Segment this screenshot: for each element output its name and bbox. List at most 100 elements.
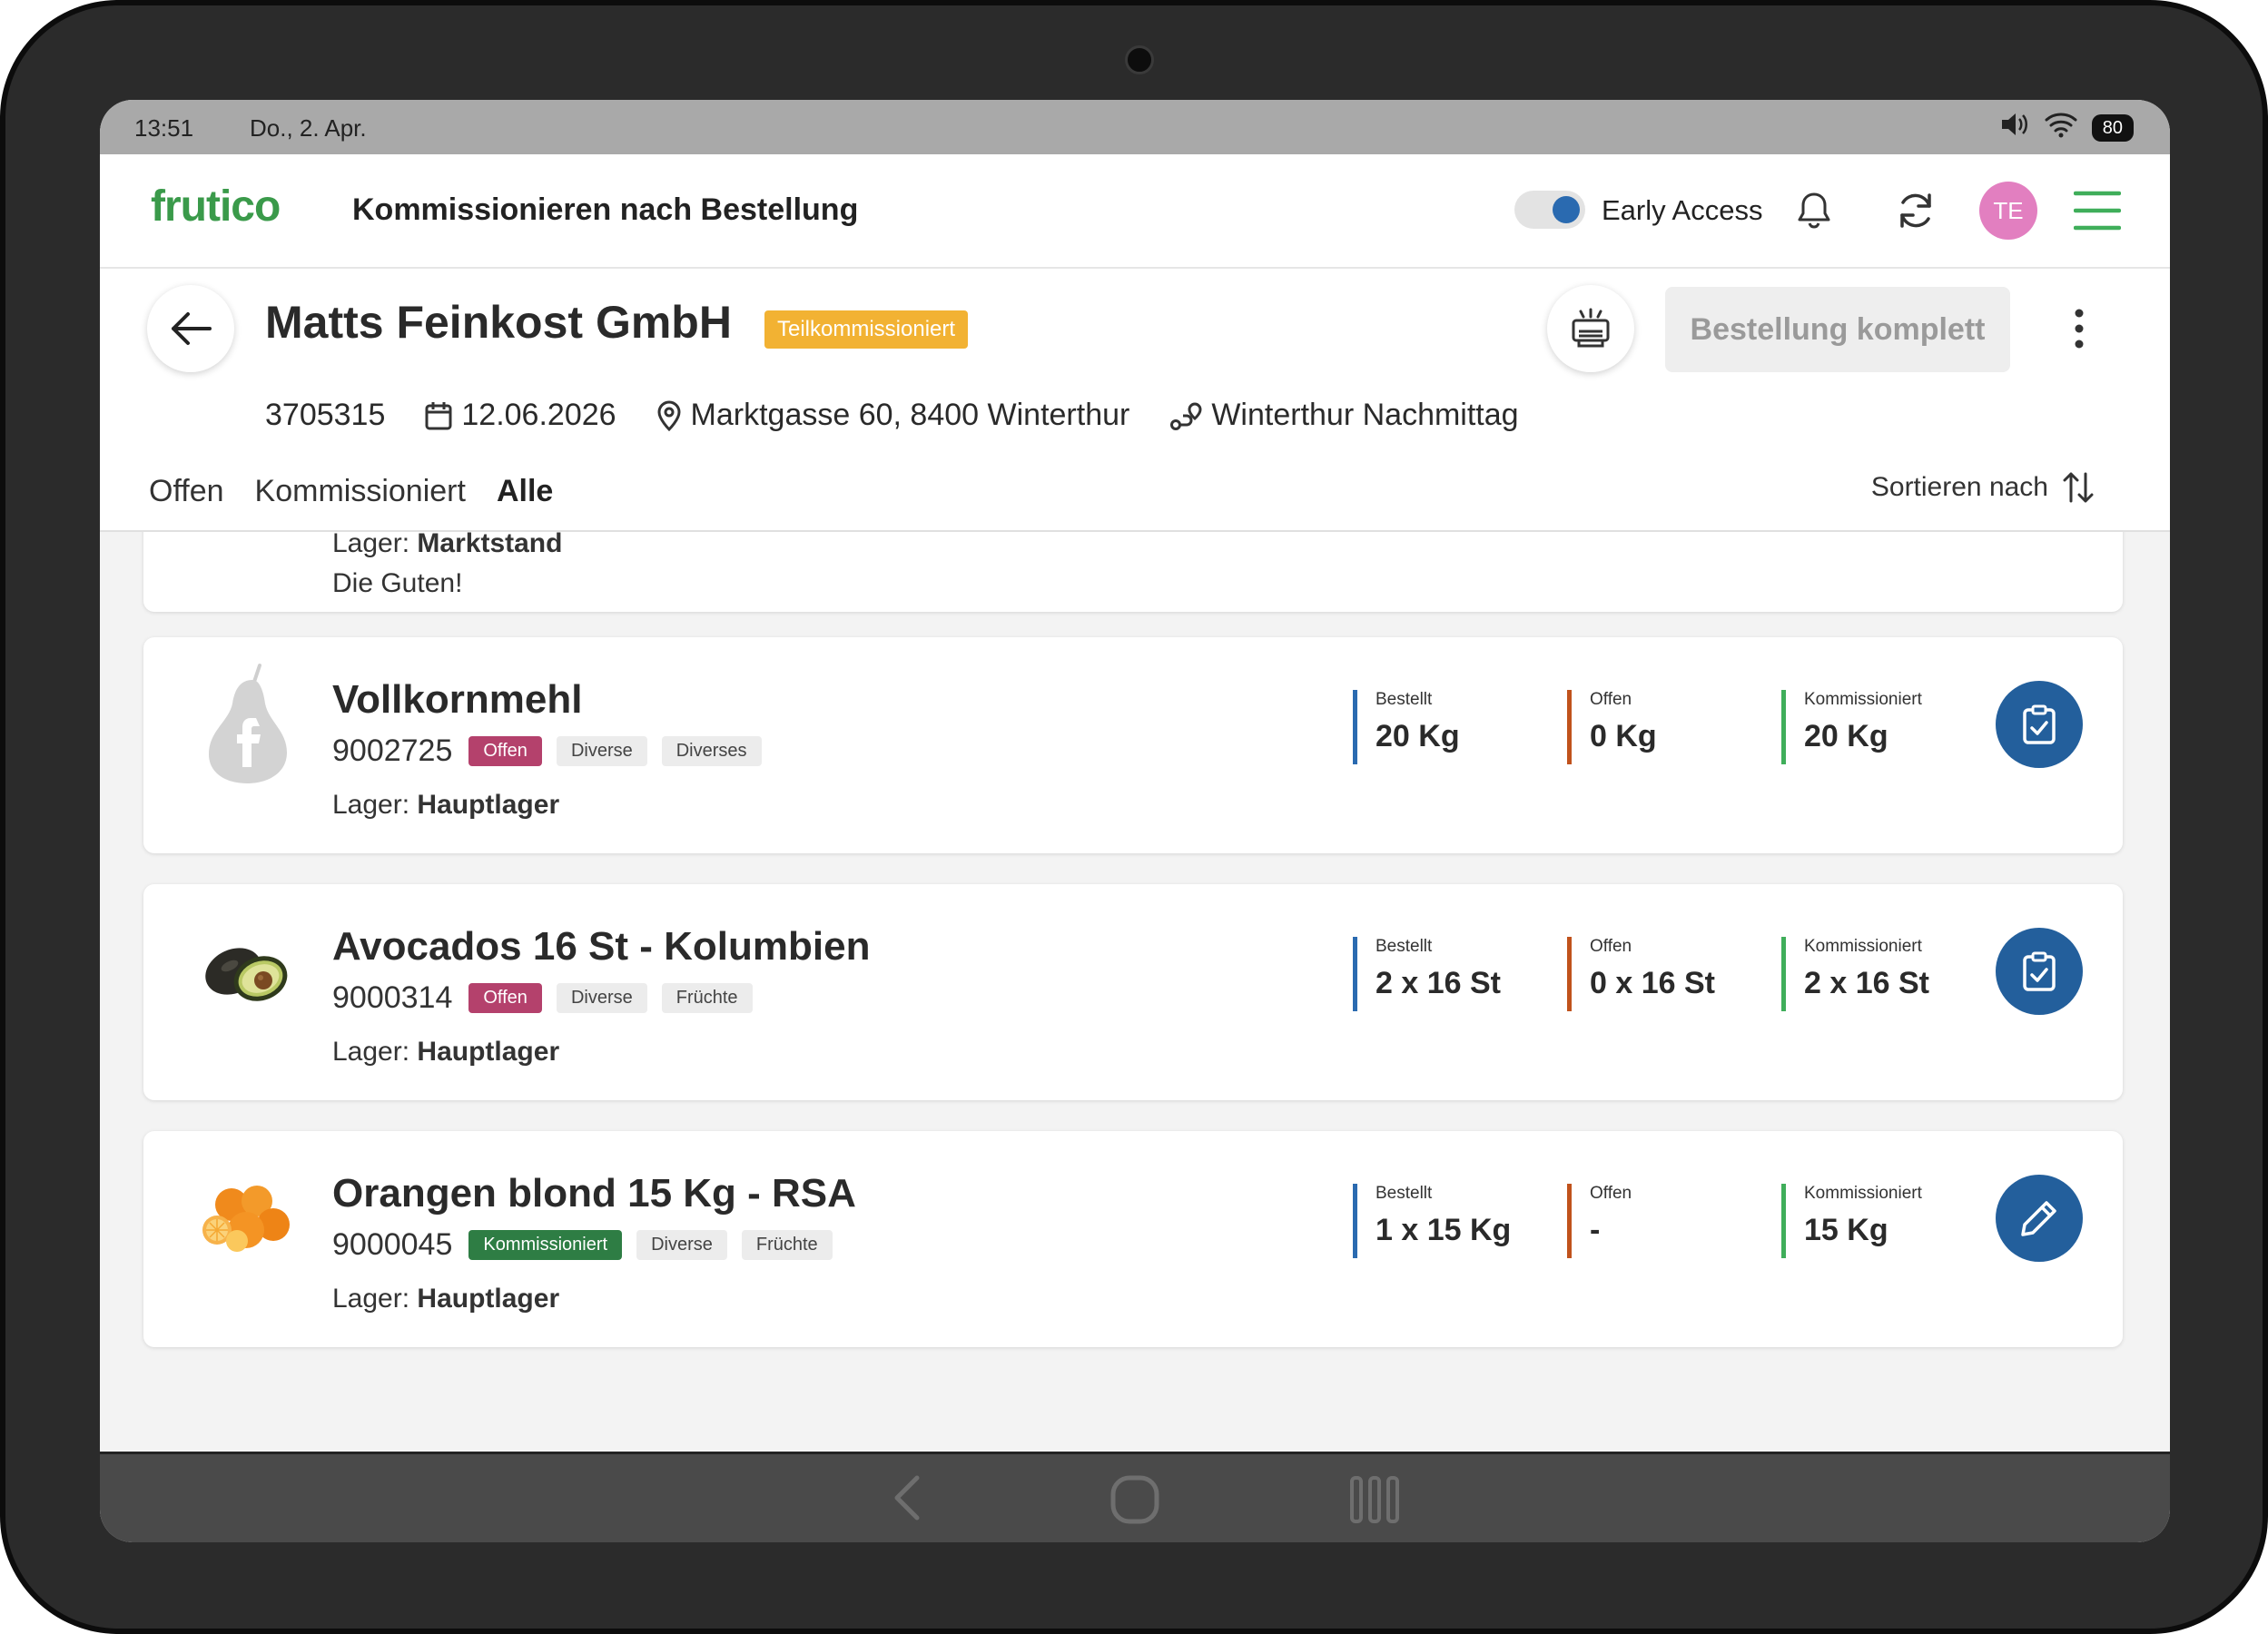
tab-offen[interactable]: Offen: [149, 474, 224, 509]
status-bar: 13:51 Do., 2. Apr. 80: [100, 100, 2170, 154]
frutico-logo[interactable]: frutico: [151, 182, 281, 231]
status-tag: Kommissioniert: [468, 1230, 623, 1260]
qty-value: 0 Kg: [1590, 719, 1657, 753]
qty-label: Offen: [1590, 690, 1632, 709]
qty-offen: Offen 0 Kg: [1567, 690, 1657, 764]
qty-kommissioniert: Kommissioniert 2 x 16 St: [1781, 937, 1929, 1011]
camera: [1125, 45, 1154, 74]
qty-bestellt: Bestellt 1 x 15 Kg: [1353, 1184, 1511, 1258]
clipboard-check-icon: [2023, 951, 2056, 991]
page-title: Kommissionieren nach Bestellung: [352, 192, 859, 227]
pick-button[interactable]: [1996, 681, 2083, 768]
pick-button[interactable]: [1996, 928, 2083, 1015]
wifi-icon: [2045, 111, 2077, 144]
qty-label: Bestellt: [1376, 1184, 1433, 1203]
status-date: Do., 2. Apr.: [250, 114, 367, 142]
product-meta: 9000314 Offen Diverse Früchte: [332, 980, 753, 1016]
product-image: [187, 664, 305, 783]
status-tag: Offen: [468, 983, 542, 1013]
volume-icon: [1999, 111, 2030, 144]
lager-value: Hauptlager: [417, 1037, 560, 1067]
qty-label: Offen: [1590, 1184, 1632, 1203]
early-access-toggle[interactable]: [1514, 191, 1585, 229]
list-item-partial[interactable]: Lager: Marktstand Die Guten!: [143, 532, 2123, 612]
label-printer-icon: [1572, 308, 1610, 348]
sort-button[interactable]: Sortieren nach: [1871, 470, 2094, 505]
order-date: 12.06.2026: [425, 398, 616, 433]
edit-button[interactable]: [1996, 1175, 2083, 1262]
category-tag: Diverse: [556, 736, 647, 766]
more-vertical-icon: [2075, 309, 2084, 349]
pencil-icon: [2021, 1201, 2056, 1236]
filter-tabs: Offen Kommissioniert Alle: [149, 474, 553, 509]
product-meta: 9002725 Offen Diverse Diverses: [332, 733, 762, 769]
item-lager: Lager: Marktstand: [332, 532, 562, 559]
qty-label: Kommissioniert: [1804, 690, 1922, 709]
qty-label: Bestellt: [1376, 690, 1433, 709]
sync-button[interactable]: [1888, 183, 1943, 238]
calendar-icon: [425, 401, 452, 429]
qty-value: 0 x 16 St: [1590, 966, 1715, 1000]
category-tag: Früchte: [661, 983, 753, 1013]
back-button[interactable]: [147, 285, 234, 372]
placeholder-pear-icon: [209, 664, 287, 783]
nav-recents-button[interactable]: [1349, 1474, 1400, 1530]
arrow-left-icon: [172, 312, 212, 345]
location-pin-icon: [657, 400, 681, 431]
clipboard-check-icon: [2023, 704, 2056, 744]
qty-label: Bestellt: [1376, 937, 1433, 956]
lager-value: Hauptlager: [417, 1284, 560, 1314]
qty-value: 20 Kg: [1376, 719, 1460, 753]
nav-home-icon: [1110, 1475, 1159, 1524]
qty-value: 20 Kg: [1804, 719, 1888, 753]
item-lager: Lager: Hauptlager: [332, 1037, 559, 1068]
list-item[interactable]: Orangen blond 15 Kg - RSA 9000045 Kommis…: [143, 1131, 2123, 1347]
orange-image: [202, 1186, 290, 1252]
nav-back-icon: [894, 1475, 920, 1521]
order-meta: 3705315 12.06.2026 Marktgasse 60, 8400 W…: [265, 398, 1559, 433]
list-item[interactable]: Vollkornmehl 9002725 Offen Diverse Diver…: [143, 637, 2123, 853]
nav-home-button[interactable]: [1109, 1474, 1160, 1530]
qty-label: Kommissioniert: [1804, 937, 1922, 956]
tab-alle[interactable]: Alle: [497, 474, 553, 509]
bell-icon: [1798, 192, 1830, 229]
complete-order-button[interactable]: Bestellung komplett: [1665, 287, 2010, 372]
order-route-value: Winterthur Nachmittag: [1211, 398, 1519, 432]
nav-back-button[interactable]: [892, 1474, 922, 1526]
lager-value: Hauptlager: [417, 790, 560, 820]
hamburger-menu-icon: [2074, 191, 2121, 231]
qty-value: -: [1590, 1213, 1601, 1247]
product-name: Orangen blond 15 Kg - RSA: [332, 1171, 856, 1216]
nav-recents-icon: [1350, 1476, 1399, 1523]
qty-offen: Offen 0 x 16 St: [1567, 937, 1715, 1011]
tablet-frame: 13:51 Do., 2. Apr. 80 frutico Kommission…: [0, 0, 2268, 1634]
sort-arrows-icon: [2063, 472, 2094, 503]
more-options-button[interactable]: [2052, 292, 2106, 365]
screen: 13:51 Do., 2. Apr. 80 frutico Kommission…: [100, 100, 2170, 1542]
avocado-image: [205, 948, 288, 1001]
product-meta: 9000045 Kommissioniert Diverse Früchte: [332, 1227, 833, 1263]
category-tag: Diverse: [636, 1230, 727, 1260]
order-header: Matts Feinkost GmbH Teilkommissioniert B…: [100, 269, 2170, 532]
customer-name: Matts Feinkost GmbH: [265, 297, 732, 348]
print-label-button[interactable]: [1547, 285, 1634, 372]
product-name: Avocados 16 St - Kolumbien: [332, 924, 871, 969]
list-item[interactable]: Avocados 16 St - Kolumbien 9000314 Offen…: [143, 884, 2123, 1100]
qty-kommissioniert: Kommissioniert 20 Kg: [1781, 690, 1922, 764]
tab-kommissioniert[interactable]: Kommissioniert: [255, 474, 466, 509]
product-name: Vollkornmehl: [332, 677, 583, 722]
lager-label: Lager:: [332, 1284, 410, 1314]
system-icons: 80: [1999, 111, 2134, 144]
category-tag: Früchte: [741, 1230, 833, 1260]
notifications-button[interactable]: [1789, 185, 1839, 236]
qty-value: 15 Kg: [1804, 1213, 1888, 1247]
lager-label: Lager:: [332, 1037, 410, 1067]
user-avatar[interactable]: TE: [1979, 182, 2037, 240]
early-access-label: Early Access: [1602, 194, 1763, 226]
order-address-value: Marktgasse 60, 8400 Winterthur: [690, 398, 1130, 432]
menu-button[interactable]: [2070, 185, 2125, 236]
order-address: Marktgasse 60, 8400 Winterthur: [656, 398, 1130, 433]
category-tag: Diverse: [556, 983, 647, 1013]
qty-bestellt: Bestellt 2 x 16 St: [1353, 937, 1501, 1011]
order-number: 3705315: [265, 398, 386, 432]
